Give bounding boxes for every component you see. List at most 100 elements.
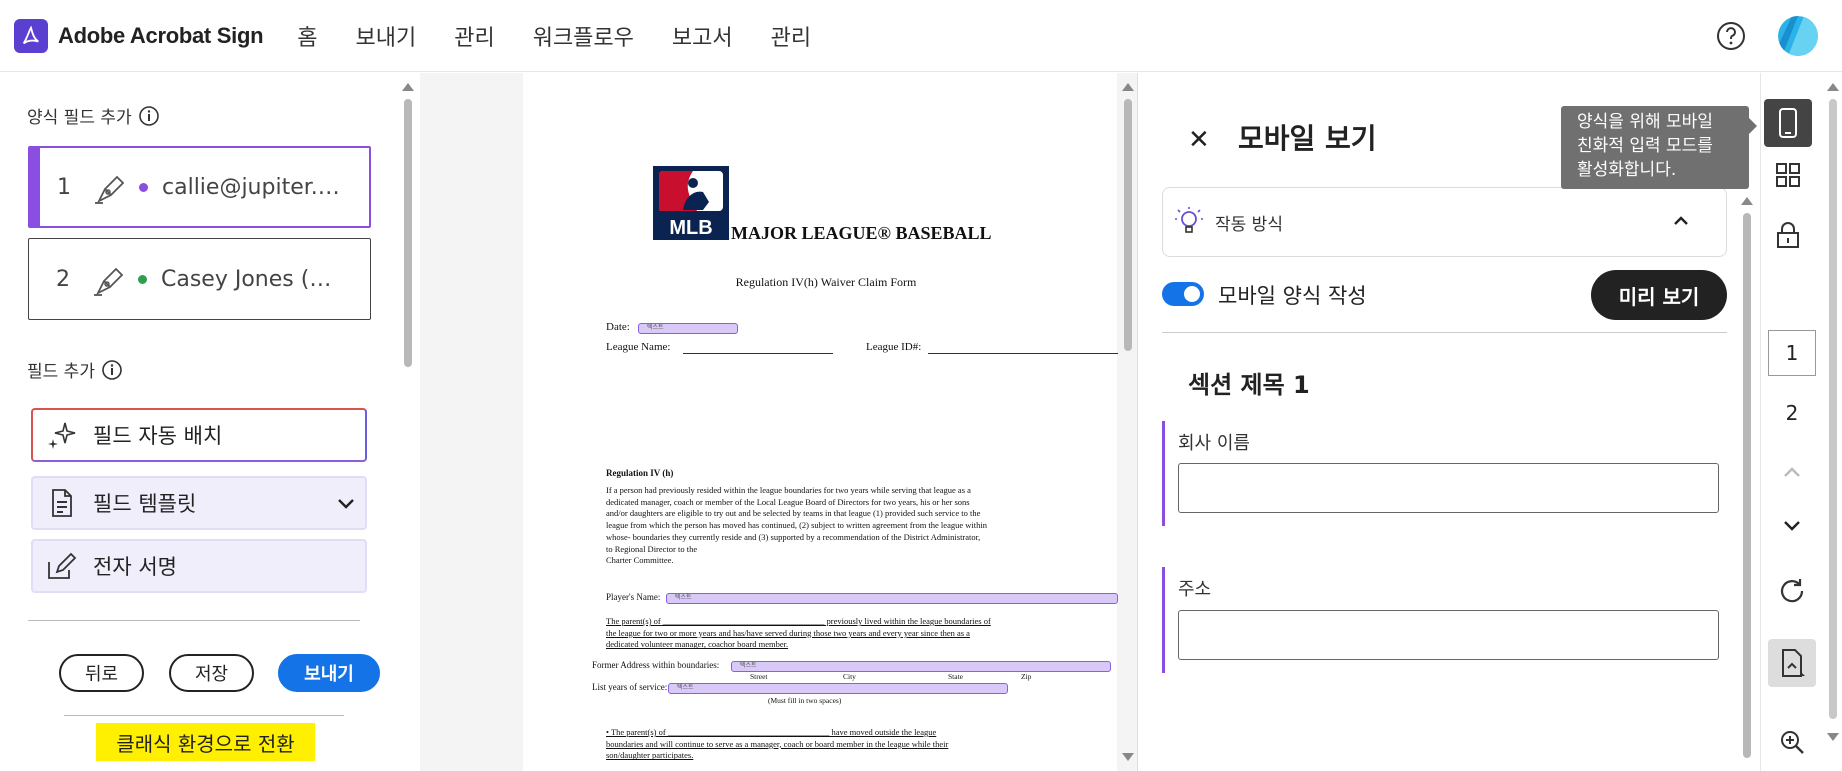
chevron-up-icon[interactable] <box>1672 212 1690 230</box>
page-1-button[interactable]: 1 <box>1768 330 1816 376</box>
para-line: Charter Committee. <box>606 555 674 566</box>
signer-item-1[interactable]: 1 callie@jupiter.… <box>28 146 371 228</box>
help-icon[interactable] <box>1716 21 1746 51</box>
auto-place-fields-button[interactable]: 필드 자동 배치 <box>31 408 367 462</box>
para-line: dedicated manager, coach or member of th… <box>606 496 970 507</box>
save-button[interactable]: 저장 <box>169 654 254 692</box>
divider <box>64 715 344 716</box>
left-scrollbar[interactable] <box>404 99 412 367</box>
close-icon[interactable]: ✕ <box>1188 125 1210 155</box>
back-button[interactable]: 뒤로 <box>59 654 144 692</box>
mobile-form-toggle-label: 모바일 양식 작성 <box>1218 284 1367 308</box>
document-scrollbar[interactable] <box>1124 99 1132 351</box>
scroll-down-arrow[interactable] <box>1827 733 1839 741</box>
tooltip-line: 양식을 위해 모바일 <box>1577 112 1713 132</box>
scroll-up-arrow[interactable] <box>1827 83 1839 91</box>
switch-classic-link[interactable]: 클래식 환경으로 전환 <box>96 723 315 761</box>
auto-place-label: 필드 자동 배치 <box>93 424 223 448</box>
scroll-up-arrow[interactable] <box>1741 197 1753 205</box>
mobile-mode-tooltip: 양식을 위해 모바일 친화적 입력 모드를 활성화합니다. <box>1561 106 1757 189</box>
players-name-label: Player's Name: <box>606 592 661 602</box>
next-page-button[interactable] <box>1768 501 1816 549</box>
nav-send[interactable]: 보내기 <box>355 20 416 52</box>
mobile-form-toggle[interactable] <box>1162 282 1204 306</box>
scroll-up-arrow[interactable] <box>402 83 414 91</box>
lock-icon <box>1777 222 1799 248</box>
league-name-line <box>683 353 833 354</box>
para-line: If a person had previously resided withi… <box>606 485 971 495</box>
city-label: City <box>843 672 856 681</box>
scroll-down-arrow[interactable] <box>1122 753 1134 761</box>
signer-name: Casey Jones (… <box>161 266 332 292</box>
league-name-label: League Name: <box>606 341 671 353</box>
acrobat-logo-icon <box>14 18 48 53</box>
nav-workflow[interactable]: 워크플로우 <box>533 20 634 52</box>
top-bar: Adobe Acrobat Sign 홈 보내기 관리 워크플로우 보고서 관리 <box>0 0 1842 72</box>
how-it-works-panel[interactable]: 작동 방식 <box>1162 187 1727 257</box>
previous-page-button[interactable] <box>1768 449 1816 497</box>
para-line: the league for two or more years and has… <box>606 627 970 638</box>
main-nav: 홈 보내기 관리 워크플로우 보고서 관리 <box>297 20 849 52</box>
regulation-paragraph: If a person had previously resided withi… <box>606 485 1046 567</box>
sparkle-icon <box>48 422 76 449</box>
send-button[interactable]: 보내기 <box>278 654 380 692</box>
bullet-paragraph: • The parent(s) of _____________________… <box>606 727 1046 762</box>
page-2-button[interactable]: 2 <box>1768 401 1816 425</box>
nav-manage[interactable]: 관리 <box>454 20 494 52</box>
mobile-view-title: 모바일 보기 <box>1238 122 1377 155</box>
nav-reports[interactable]: 보고서 <box>672 20 733 52</box>
zoom-in-button[interactable] <box>1768 718 1816 766</box>
company-name-input[interactable] <box>1178 463 1719 513</box>
info-icon[interactable] <box>101 359 123 381</box>
grid-icon <box>1776 163 1800 187</box>
mlb-logo: MLB <box>653 166 729 240</box>
address-input[interactable] <box>1178 610 1719 660</box>
avatar[interactable] <box>1778 16 1818 56</box>
form-fields-label: 양식 필드 추가 <box>27 108 132 128</box>
document-tools-button[interactable] <box>1768 639 1816 687</box>
rail-scrollbar[interactable] <box>1829 99 1837 719</box>
date-label: Date: <box>606 321 630 333</box>
divider <box>1162 332 1727 333</box>
nav-home[interactable]: 홈 <box>297 20 317 52</box>
former-address-label: Former Address within boundaries: <box>592 660 720 670</box>
mobile-panel-scrollbar[interactable] <box>1743 213 1751 758</box>
date-field[interactable]: 텍스트 <box>638 323 738 334</box>
document-edit-icon <box>1782 649 1805 677</box>
para-line: The parent(s) of _______________________… <box>606 616 991 626</box>
field-template-button[interactable]: 필드 템플릿 <box>31 476 367 530</box>
preview-button[interactable]: 미리 보기 <box>1591 270 1727 320</box>
para-line: league from which the person has moved h… <box>606 520 987 531</box>
signer-number: 1 <box>57 174 71 200</box>
scroll-up-arrow[interactable] <box>1122 83 1134 91</box>
signer-color-dot <box>138 274 147 284</box>
chevron-up-icon <box>1784 467 1800 477</box>
signer-color-dot <box>139 182 148 192</box>
app-logo[interactable]: Adobe Acrobat Sign <box>14 18 264 53</box>
rotate-button[interactable] <box>1768 567 1816 615</box>
mobile-view-button[interactable] <box>1764 99 1812 147</box>
players-name-field[interactable]: 텍스트 <box>666 593 1118 604</box>
doc-form-title: Regulation IV(h) Waiver Claim Form <box>735 275 917 289</box>
app-title: Adobe Acrobat Sign <box>58 22 264 48</box>
chevron-down-icon <box>1784 521 1800 531</box>
thumbnails-button[interactable] <box>1764 151 1812 199</box>
list-years-label: List years of service: <box>592 682 668 692</box>
left-panel: 양식 필드 추가 1 callie@jupiter.… 2 Casey Jone… <box>0 73 420 771</box>
list-years-field[interactable]: 텍스트 <box>668 683 1008 694</box>
chevron-down-icon[interactable] <box>335 492 357 514</box>
add-field-label: 필드 추가 <box>27 362 95 382</box>
signer-item-2[interactable]: 2 Casey Jones (… <box>28 238 371 320</box>
former-address-field[interactable]: 텍스트 <box>731 661 1111 672</box>
nav-admin[interactable]: 관리 <box>771 20 811 52</box>
league-id-line <box>928 353 1118 354</box>
company-name-label: 회사 이름 <box>1178 433 1250 454</box>
top-right-tools <box>1716 16 1818 56</box>
field-template-label: 필드 템플릿 <box>93 492 197 516</box>
esign-button[interactable]: 전자 서명 <box>31 539 367 593</box>
lock-button[interactable] <box>1764 211 1812 259</box>
zoom-in-icon <box>1781 731 1804 754</box>
zip-label: Zip <box>1021 672 1032 681</box>
info-icon[interactable] <box>138 105 160 127</box>
para-line: and/or daughters are eligible to try out… <box>606 508 981 519</box>
